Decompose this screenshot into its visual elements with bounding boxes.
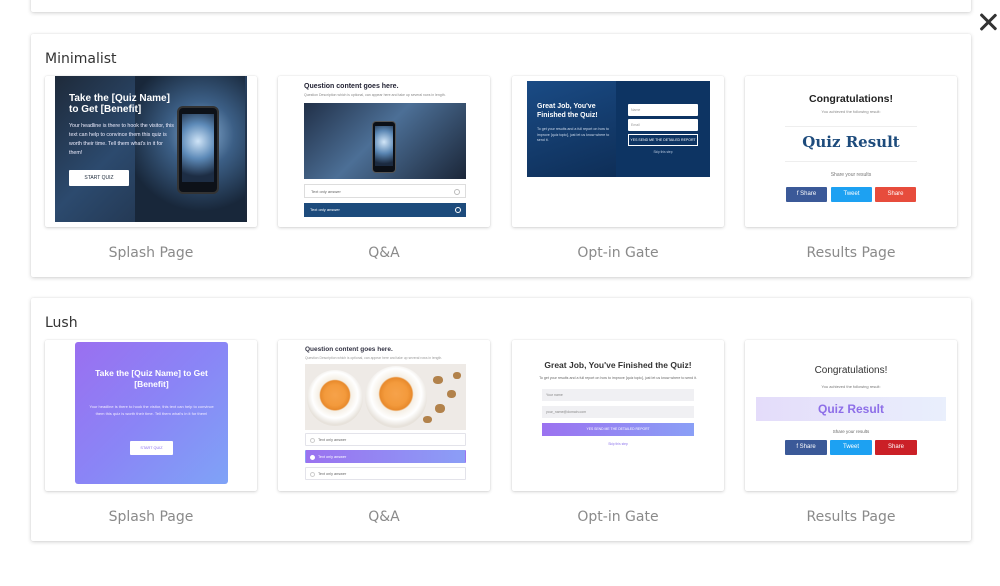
answer-option: Text only answer	[305, 467, 466, 480]
splash-page-preview[interactable]: Take the [Quiz Name] to Get [Benefit] Yo…	[45, 340, 257, 491]
optin-gate-preview[interactable]: Great Job, You've Finished the Quiz! To …	[512, 340, 724, 491]
caption-splash-page: Splash Page	[108, 245, 194, 261]
quiz-result: Quiz Result	[802, 133, 900, 151]
answer-option: Text only answer	[305, 433, 466, 446]
question-image	[305, 364, 466, 430]
pinterest-share-button: Share	[875, 187, 916, 202]
template-picker: Minimalist Take the [Quiz Name] to Get […	[0, 0, 1000, 586]
name-field: Your name	[542, 389, 694, 401]
optin-text: To get your results and a full report on…	[539, 376, 697, 380]
divider	[785, 161, 917, 162]
phone-image	[177, 106, 219, 194]
close-icon[interactable]	[976, 10, 1000, 34]
email-field: your_name@domain.com	[542, 406, 694, 418]
template-title: Lush	[45, 315, 78, 331]
twitter-share-button: Tweet	[830, 440, 872, 455]
template-card-lush[interactable]: Lush Take the [Quiz Name] to Get [Benefi…	[31, 298, 971, 541]
congrats-heading: Congratulations!	[814, 365, 888, 376]
splash-text: Your headline is there to hook the visit…	[89, 404, 214, 416]
quiz-result: Quiz Result	[756, 397, 946, 421]
send-report-button: YES SEND ME THE DETAILED REPORT	[628, 134, 698, 146]
achieved-text: You achieved the following result:	[821, 384, 881, 389]
answer-option: Text only answer	[304, 184, 466, 198]
caption-results-page: Results Page	[806, 509, 896, 525]
start-quiz-button: START QUIZ	[130, 441, 173, 455]
facebook-share-button: f Share	[786, 187, 827, 202]
splash-panel: Take the [Quiz Name] to Get [Benefit] Yo…	[75, 342, 228, 484]
question-image	[304, 103, 466, 179]
twitter-share-button: Tweet	[831, 187, 872, 202]
skip-link: Skip this step	[653, 150, 673, 154]
template-title: Minimalist	[45, 51, 117, 67]
optin-text: To get your results and a full report on…	[537, 127, 610, 142]
start-quiz-button: START QUIZ	[69, 170, 129, 186]
qa-preview[interactable]: Question content goes here. Question Des…	[278, 340, 490, 491]
share-text: Share your results	[832, 429, 870, 434]
caption-qa: Q&A	[368, 509, 400, 525]
optin-title: Great Job, You've Finished the Quiz!	[537, 103, 598, 119]
question-description: Question Description which is optional, …	[305, 356, 443, 360]
answer-option-selected: Text only answer	[304, 203, 466, 217]
question-title: Question content goes here.	[305, 346, 393, 353]
name-field: Name	[628, 104, 698, 116]
splash-text: Your headline is there to hook the visit…	[69, 123, 174, 156]
qa-preview[interactable]: Question content goes here. Question Des…	[278, 76, 490, 227]
caption-qa: Q&A	[368, 245, 400, 261]
splash-title: Take the [Quiz Name] to Get [Benefit]	[95, 368, 208, 389]
caption-splash-page: Splash Page	[108, 509, 194, 525]
caption-optin-gate: Opt-in Gate	[577, 245, 659, 261]
splash-page-preview[interactable]: Take the [Quiz Name] to Get [Benefit] Yo…	[45, 76, 257, 227]
optin-gate-preview[interactable]: Great Job, You've Finished the Quiz! To …	[512, 76, 724, 227]
optin-title: Great Job, You've Finished the Quiz!	[544, 360, 692, 370]
share-text: Share your results	[830, 172, 872, 178]
template-card-minimalist[interactable]: Minimalist Take the [Quiz Name] to Get […	[31, 34, 971, 277]
facebook-share-button: f Share	[785, 440, 827, 455]
splash-title: Take the [Quiz Name] to Get [Benefit]	[69, 93, 170, 115]
divider	[785, 126, 917, 127]
send-report-button: YES SEND ME THE DETAILED REPORT	[542, 423, 694, 436]
splash-hero-image: Take the [Quiz Name] to Get [Benefit] Yo…	[55, 76, 247, 222]
caption-optin-gate: Opt-in Gate	[577, 509, 659, 525]
question-description: Question Description which is optional, …	[304, 93, 446, 97]
question-title: Question content goes here.	[304, 83, 399, 90]
answer-option-selected: Text only answer	[305, 450, 466, 463]
previous-template-card	[31, 0, 971, 12]
achieved-text: You achieved the following result:	[821, 109, 881, 114]
skip-link: Skip this step	[608, 442, 628, 446]
results-page-preview[interactable]: Congratulations! You achieved the follow…	[745, 340, 957, 491]
email-field: Email	[628, 119, 698, 131]
congrats-heading: Congratulations!	[809, 93, 893, 105]
caption-results-page: Results Page	[806, 245, 896, 261]
pinterest-share-button: Share	[875, 440, 917, 455]
results-page-preview[interactable]: Congratulations! You achieved the follow…	[745, 76, 957, 227]
